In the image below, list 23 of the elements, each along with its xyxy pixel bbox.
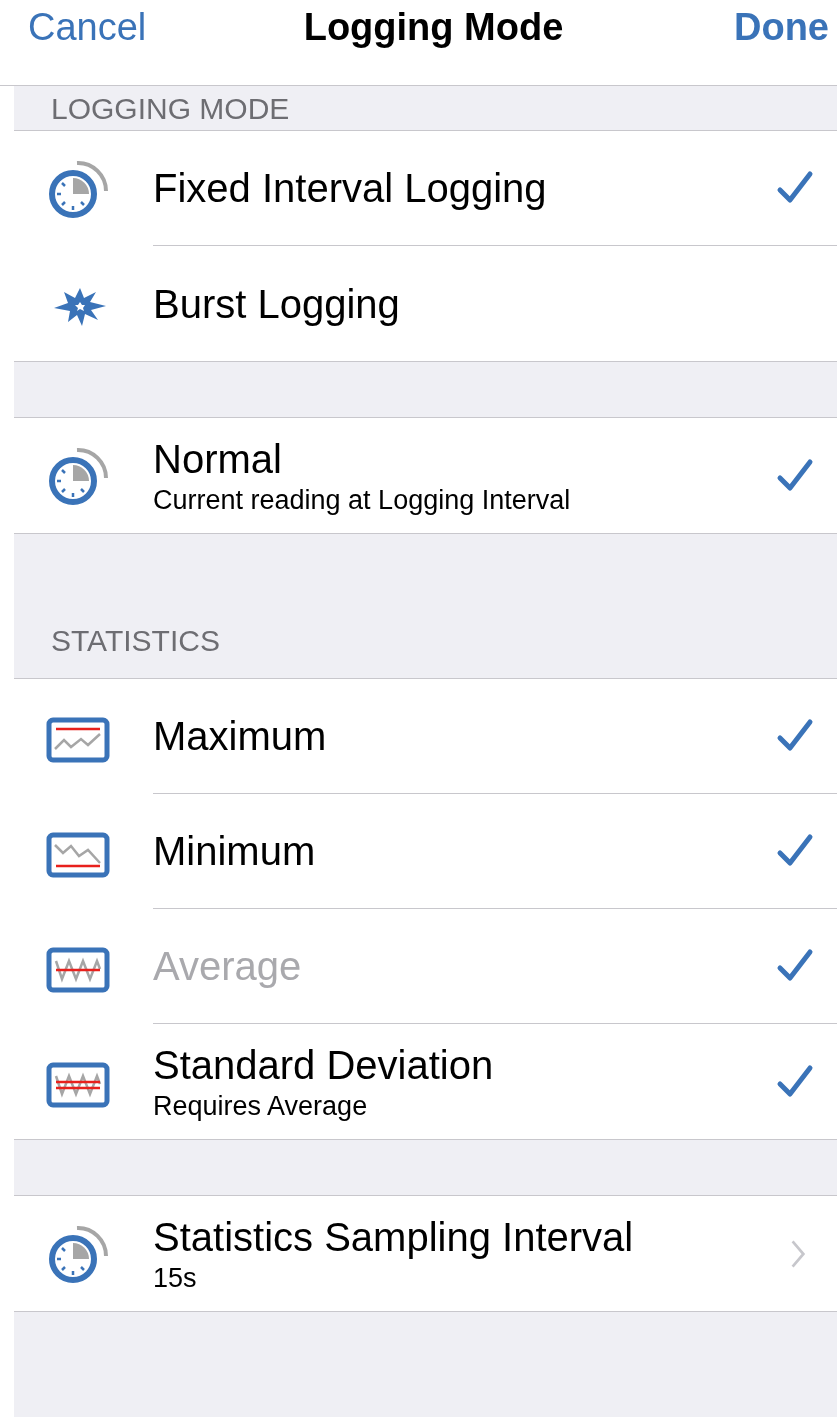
row-title: Standard Deviation	[153, 1042, 495, 1089]
row-title: Minimum	[153, 828, 317, 875]
row-subtitle: 15s	[153, 1263, 198, 1294]
row-title: Average	[153, 943, 303, 990]
cancel-button[interactable]: Cancel	[28, 6, 168, 49]
list-row[interactable]: Fixed Interval Logging	[14, 131, 837, 246]
row-title: Burst Logging	[153, 280, 401, 328]
list-row[interactable]: Maximum	[14, 679, 837, 794]
row-subtitle: Requires Average	[153, 1091, 369, 1122]
row-title: Fixed Interval Logging	[153, 165, 548, 212]
row-title: Normal	[153, 436, 283, 483]
nav-title: Logging Mode	[302, 6, 565, 49]
section-header: LOGGING MODE	[51, 94, 290, 124]
list-row[interactable]: Normal Current reading at Logging Interval	[14, 418, 837, 533]
row-title: Statistics Sampling Interval	[153, 1214, 635, 1261]
row-subtitle: Current reading at Logging Interval	[153, 485, 572, 516]
list-row[interactable]: Burst Logging	[14, 246, 837, 361]
list-row[interactable]: Standard Deviation Requires Average	[14, 1024, 837, 1139]
list-row[interactable]: Statistics Sampling Interval 15s	[14, 1196, 837, 1311]
row-title: Maximum	[153, 713, 328, 760]
done-button[interactable]: Done	[699, 6, 829, 49]
list-row[interactable]: Minimum	[14, 794, 837, 909]
section-header: STATISTICS	[51, 626, 220, 656]
